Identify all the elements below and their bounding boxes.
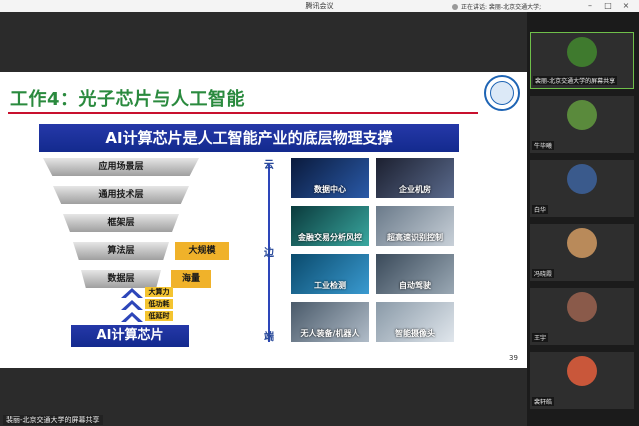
scale-tag: 大规模 <box>175 242 229 260</box>
axis-label: 云 <box>264 160 274 171</box>
application-image: 企业机房 <box>376 158 454 198</box>
funnel-layer: 通用技术层 <box>53 186 189 204</box>
avatar <box>567 228 597 258</box>
maximize-icon[interactable]: □ <box>602 1 614 11</box>
participant-name: 冯晓霞 <box>532 269 555 278</box>
up-chevron-icon <box>121 312 143 322</box>
application-image: 工业检测 <box>291 254 369 294</box>
funnel-layer: 算法层 <box>73 242 169 260</box>
participant-tile[interactable]: 牛毕曦 <box>530 96 634 153</box>
participant-tile[interactable]: 王宇 <box>530 288 634 345</box>
axis-label: 端 <box>264 332 274 343</box>
funnel-layer: 数据层 <box>81 270 161 288</box>
participant-tile[interactable]: 裴轩皓 <box>530 352 634 409</box>
participant-tile[interactable]: 白华 <box>530 160 634 217</box>
presentation-slide: 工作4：光子芯片与人工智能 AI计算芯片是人工智能产业的底层物理支撑 应用场景层… <box>0 72 527 368</box>
university-logo <box>484 75 520 111</box>
page-number: 39 <box>509 354 518 362</box>
avatar <box>567 100 597 130</box>
slide-banner: AI计算芯片是人工智能产业的底层物理支撑 <box>39 124 459 152</box>
participant-panel[interactable]: 裴丽-北京交通大学的屏幕共享 牛毕曦 白华 冯晓霞 王宇 裴轩皓 <box>527 12 639 426</box>
participant-name: 白华 <box>532 205 549 214</box>
speaking-indicator: 正在讲话: 裴丽-北京交通大学; <box>452 2 541 11</box>
application-image: 超高速识别控制 <box>376 206 454 246</box>
mic-icon <box>452 3 458 10</box>
funnel-diagram: 应用场景层 通用技术层 框架层 算法层 数据层 大规模 海量 <box>43 158 243 288</box>
participant-tile[interactable]: 裴丽-北京交通大学的屏幕共享 <box>530 32 634 89</box>
application-image: 数据中心 <box>291 158 369 198</box>
up-chevron-icon <box>121 300 143 310</box>
up-chevron-icon <box>121 288 143 298</box>
funnel-layer: 框架层 <box>63 214 179 232</box>
avatar <box>567 164 597 194</box>
advantage-tag: 大算力 <box>145 287 173 297</box>
close-icon[interactable]: × <box>620 1 632 11</box>
application-image: 无人装备/机器人 <box>291 302 369 342</box>
application-image: 自动驾驶 <box>376 254 454 294</box>
participant-name: 裴轩皓 <box>532 397 555 406</box>
window-title: 腾讯会议 <box>305 2 334 10</box>
data-tag: 海量 <box>171 270 211 288</box>
speaking-text: 正在讲话: 裴丽-北京交通大学; <box>461 4 542 11</box>
avatar <box>567 37 597 67</box>
application-image: 金融交易分析风控 <box>291 206 369 246</box>
advantage-tag: 低延时 <box>145 311 173 321</box>
avatar <box>567 292 597 322</box>
ai-chip-box: AI计算芯片 <box>71 325 189 347</box>
slide-title: 工作4：光子芯片与人工智能 <box>10 89 246 110</box>
participant-name: 牛毕曦 <box>532 141 555 150</box>
application-image: 智能摄像头 <box>376 302 454 342</box>
minimize-icon[interactable]: – <box>584 1 596 11</box>
funnel-layer: 应用场景层 <box>43 158 199 176</box>
participant-tile[interactable]: 冯晓霞 <box>530 224 634 281</box>
advantage-tag: 低功耗 <box>145 299 173 309</box>
participant-name: 王宇 <box>532 333 549 342</box>
axis-label: 边 <box>264 248 274 259</box>
title-underline <box>8 112 478 114</box>
participant-name: 裴丽-北京交通大学的屏幕共享 <box>533 76 618 85</box>
avatar <box>567 356 597 386</box>
share-status-bar: 裴丽-北京交通大学的屏幕共享 <box>0 414 527 426</box>
share-label: 裴丽-北京交通大学的屏幕共享 <box>3 415 103 425</box>
